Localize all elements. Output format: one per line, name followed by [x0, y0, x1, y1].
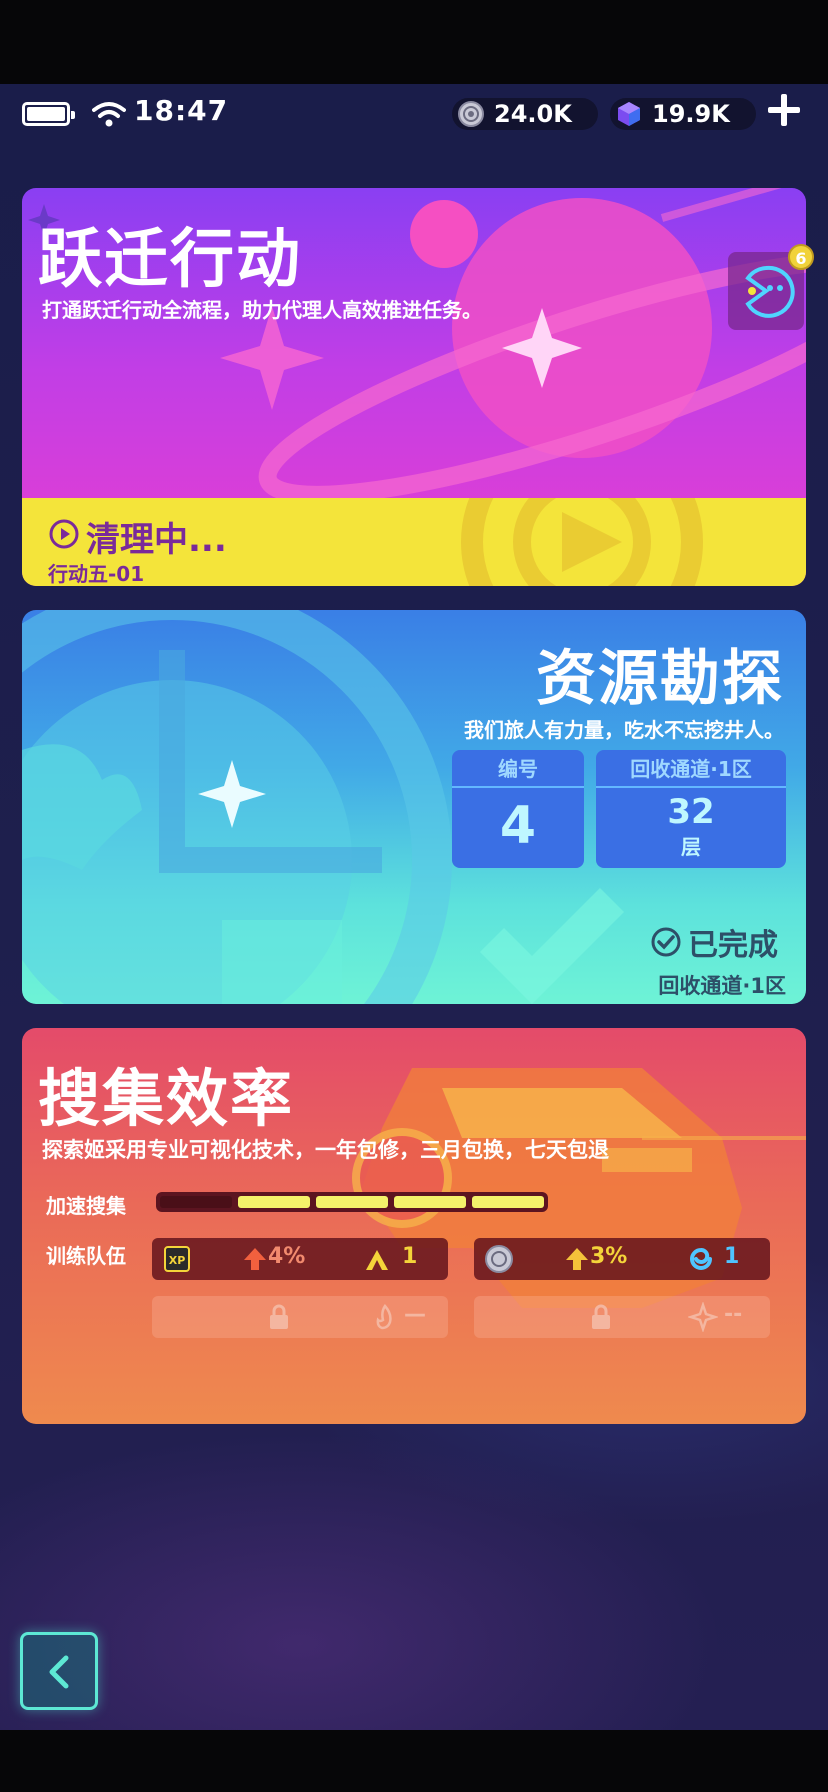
top-letterbox — [0, 0, 828, 84]
pacman-icon — [745, 265, 795, 318]
card-title: 资源勘探 — [536, 644, 784, 714]
purple-cube-icon — [618, 102, 640, 126]
flame-icon — [376, 1303, 392, 1330]
xp-chip-icon: XP — [164, 1246, 190, 1272]
floor-value: 32 — [667, 792, 715, 832]
speed-label: 加速搜集 — [46, 1194, 126, 1218]
card-subtitle: 我们旅人有力量，吃水不忘挖井人。 — [464, 718, 784, 742]
speed-progress-bar — [156, 1192, 548, 1212]
speed-segment — [472, 1196, 544, 1208]
speed-segment — [160, 1196, 232, 1208]
transition-operation-card[interactable]: 跃迁行动 打通跃迁行动全流程，助力代理人高效推进任务。 清理中... 行动五-0… — [22, 188, 806, 586]
location-text: 回收通道·1区 — [658, 974, 786, 998]
locked-value: -- — [724, 1302, 743, 1327]
floor-unit: 层 — [681, 835, 701, 859]
up-arrow-icon — [566, 1248, 588, 1270]
progress-banner: 清理中... 行动五-01 — [22, 498, 806, 586]
number-label: 编号 — [452, 750, 584, 788]
notification-badge: 6 — [788, 244, 814, 270]
status-text: 清理中... — [86, 520, 227, 560]
status-text: 已完成 — [688, 928, 778, 963]
up-arrow-icon — [244, 1248, 266, 1270]
locked-value: — — [404, 1302, 426, 1327]
cube-value: 19.9K — [652, 100, 730, 128]
locked-slot-1[interactable]: — — [152, 1296, 448, 1338]
battery-icon — [22, 102, 75, 126]
svg-text:XP: XP — [169, 1254, 186, 1267]
check-circle-icon — [651, 927, 681, 957]
currency-coins[interactable]: 24.0K — [452, 98, 598, 130]
coin-gear-icon — [458, 101, 484, 127]
slot-bonus: 4% — [268, 1244, 306, 1269]
slot-count: 1 — [724, 1244, 740, 1269]
currency-cubes[interactable]: 19.9K — [610, 98, 756, 130]
lock-icon — [270, 1304, 288, 1329]
swirl-icon — [690, 1248, 712, 1270]
card-subtitle: 探索姬采用专业可视化技术，一年包修，三月包换，七天包退 — [42, 1138, 609, 1162]
bottom-letterbox — [0, 1730, 828, 1792]
card-title: 搜集效率 — [38, 1062, 295, 1135]
speed-segment — [394, 1196, 466, 1208]
team-slot-2[interactable]: 3% 1 — [474, 1238, 770, 1280]
team-label: 训练队伍 — [46, 1244, 126, 1268]
shuriken-icon — [688, 1302, 718, 1332]
wifi-icon — [92, 102, 126, 127]
play-icon — [49, 519, 79, 549]
rank-up-icon — [366, 1250, 388, 1270]
coin-value: 24.0K — [494, 100, 572, 128]
add-currency-button[interactable] — [766, 92, 802, 128]
card-title: 跃迁行动 — [38, 223, 302, 297]
team-slot-1[interactable]: XP 4% 1 — [152, 1238, 448, 1280]
locked-slot-2[interactable]: -- — [474, 1296, 770, 1338]
card-subtitle: 打通跃迁行动全流程，助力代理人高效推进任务。 — [42, 298, 482, 322]
chevron-left-icon — [49, 1655, 69, 1689]
number-value: 4 — [499, 796, 537, 856]
speed-segment — [238, 1196, 310, 1208]
channel-label: 回收通道·1区 — [596, 750, 786, 788]
speed-segment — [316, 1196, 388, 1208]
clock: 18:47 — [134, 94, 229, 127]
status-bar: 18:47 24.0K 19.9K — [0, 92, 828, 136]
collection-efficiency-card[interactable]: 搜集效率 探索姬采用专业可视化技术，一年包修，三月包换，七天包退 加速搜集 训练… — [22, 1028, 806, 1424]
back-button[interactable] — [20, 1632, 98, 1710]
stage-text: 行动五-01 — [48, 562, 145, 586]
resource-exploration-card[interactable]: 资源勘探 我们旅人有力量，吃水不忘挖井人。 编号 4 回收通道·1区 32 层 … — [22, 610, 806, 1004]
coin-gear-icon — [485, 1245, 513, 1273]
number-box: 编号 4 — [452, 750, 584, 868]
slot-count: 1 — [402, 1244, 418, 1269]
lock-icon — [592, 1304, 610, 1329]
slot-bonus: 3% — [590, 1244, 628, 1269]
floor-box: 回收通道·1区 32 层 — [596, 750, 786, 868]
